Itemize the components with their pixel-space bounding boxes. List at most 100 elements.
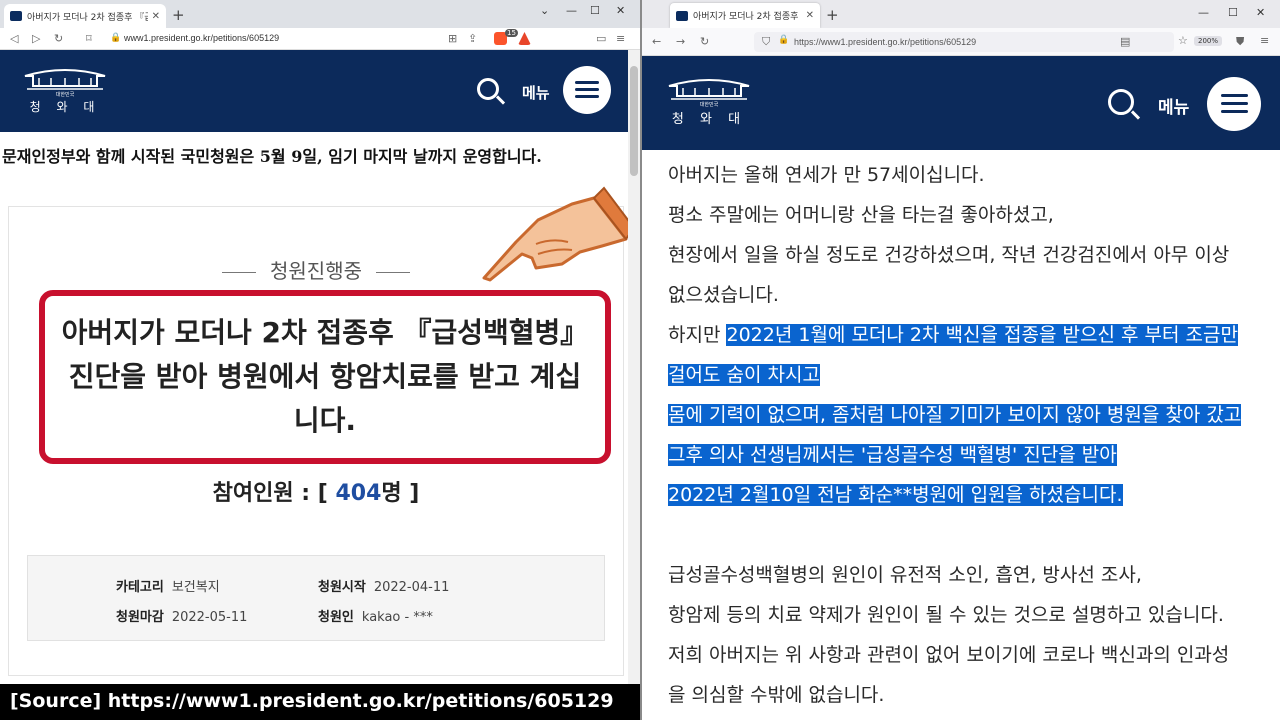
reload-icon[interactable]: ↻ [700, 35, 709, 48]
left-scrollbar[interactable] [628, 50, 640, 720]
right-address-bar: ← → ↻ ⛉ 🔒 https://www1.president.go.kr/p… [642, 28, 1280, 56]
bookmark-icon[interactable]: ⌑ [86, 32, 92, 45]
menu-button[interactable] [1207, 77, 1261, 131]
share-icon[interactable]: ⇪ [468, 32, 477, 45]
petition-title-frame: 아버지가 모더나 2차 접종후 『급성백혈병』 진단을 받아 병원에서 항암치료… [39, 290, 611, 464]
forward-icon[interactable]: ▷ [32, 32, 40, 45]
line-text: 급성골수성백혈병의 원인이 유전적 소인, 흡연, 방사선 조사, [668, 564, 1142, 586]
site-header: 대한민국 청 와 대 메뉴 [642, 56, 1280, 150]
petition-info-box: 카테고리 보건복지 청원시작 2022-04-11 청원마감 2022-05-11 청… [27, 555, 605, 641]
search-icon[interactable] [477, 78, 499, 100]
petition-title: 아버지가 모더나 2차 접종후 『급성백혈병』 진단을 받아 병원에서 항암치료… [61, 316, 589, 437]
favicon-icon [676, 10, 688, 21]
highlighted-text[interactable]: 2022년 1월에 모더나 2차 백신을 접종을 받으신 후 부터 조금만 [726, 324, 1238, 346]
right-browser-window: 아버지가 모더나 2차 접종후 『 ✕ + — ☐ ✕ ← → ↻ ⛉ 🔒 ht… [642, 0, 1280, 720]
source-caption: [Source] https://www1.president.go.kr/pe… [0, 684, 640, 720]
tab-title: 아버지가 모더나 2차 접종후 『 [693, 12, 802, 22]
participants-label: 참여인원 : [ [212, 481, 328, 506]
line-text: 저희 아버지는 위 사항과 관련이 없어 보이기에 코로나 백신과의 인과성 [668, 644, 1230, 666]
petition-body: 아버지는 올해 연세가 만 57세이십니다. 평소 주말에는 어머니랑 산을 타… [642, 150, 1280, 720]
author-value: kakao - *** [361, 610, 433, 625]
new-tab-icon[interactable]: + [172, 6, 185, 24]
blue-house-roof-icon [668, 79, 750, 100]
body-line: 항암제 등의 치료 약제가 원인이 될 수 있는 것으로 설명하고 있습니다. [668, 600, 1224, 627]
rewards-icon[interactable] [518, 32, 531, 45]
logo-subtitle: 대한민국 [55, 92, 75, 98]
body-line: 2022년 2월10일 전남 화순**병원에 입원을 하셨습니다. [668, 480, 1123, 507]
notice-banner: 문재인정부와 함께 시작된 국민청원은 5월 9일, 임기 마지막 날까지 운영… [2, 147, 542, 166]
left-browser-window: 아버지가 모더나 2차 접종후 『급성 ✕ + ⌄ — ☐ ✕ ◁ ▷ ↻ ⌑ … [0, 0, 640, 720]
logo-subtitle: 대한민국 [699, 102, 719, 108]
site-header: 대한민국 청 와 대 메뉴 [0, 50, 640, 132]
lock-icon: 🔒 [778, 35, 790, 45]
participant-count: 참여인원 : [ 404명 ] [9, 475, 623, 507]
close-tab-icon[interactable]: ✕ [152, 11, 160, 22]
cheongwadae-logo[interactable]: 대한민국 청 와 대 [22, 66, 108, 115]
chevron-down-icon[interactable]: ⌄ [540, 4, 549, 17]
menu-icon[interactable]: ≡ [616, 32, 625, 45]
sidebar-icon[interactable]: ▭ [596, 32, 606, 45]
close-window-icon[interactable]: ✕ [1256, 6, 1265, 19]
back-icon[interactable]: ◁ [10, 32, 18, 45]
body-line: 그후 의사 선생님께서는 '급성골수성 백혈병' 진단을 받아 [668, 440, 1117, 467]
url-box[interactable]: ⛉ 🔒 https://www1.president.go.kr/petitio… [754, 32, 1174, 52]
highlighted-text[interactable]: 몸에 기력이 없으며, 좀처럼 나아질 기미가 보이지 않아 병원을 찾아 갔고 [668, 404, 1242, 426]
logo-name: 청 와 대 [29, 100, 101, 114]
body-line: 현장에서 일을 하실 정도로 건강하셨으며, 작년 건강검진에서 아무 이상 [668, 240, 1229, 267]
deadline-value: 2022-05-11 [171, 610, 248, 625]
author-label: 청원인 [318, 610, 354, 625]
maximize-icon[interactable]: ☐ [590, 4, 600, 17]
category-value: 보건복지 [171, 580, 220, 595]
reload-icon[interactable]: ↻ [54, 32, 63, 45]
right-tab-bar: 아버지가 모더나 2차 접종후 『 ✕ + — ☐ ✕ [642, 0, 1280, 28]
author-row: 청원인 kakao - *** [318, 606, 433, 625]
menu-label[interactable]: 메뉴 [1158, 93, 1189, 118]
start-date-value: 2022-04-11 [373, 580, 450, 595]
right-browser-tab[interactable]: 아버지가 모더나 2차 접종후 『 ✕ [670, 3, 820, 28]
zoom-level[interactable]: 200% [1194, 36, 1223, 46]
line-text: 을 의심할 수밖에 없습니다. [668, 684, 885, 706]
body-line: 을 의심할 수밖에 없습니다. [668, 680, 884, 707]
start-date-label: 청원시작 [318, 580, 366, 595]
url-field[interactable]: https://www1.president.go.kr/petitions/6… [794, 37, 976, 47]
deadline-label: 청원마감 [116, 610, 164, 625]
pocket-icon[interactable]: ⛊ [1236, 35, 1244, 49]
back-icon[interactable]: ← [652, 35, 661, 48]
pointing-hand-icon [482, 186, 636, 282]
menu-button[interactable] [563, 66, 611, 114]
highlighted-text[interactable]: 2022년 2월10일 전남 화순**병원에 입원을 하셨습니다. [668, 484, 1123, 506]
line-text: 아버지는 올해 연세가 만 57세이십니다. [668, 164, 985, 186]
logo-name: 청 와 대 [671, 112, 747, 127]
bookmark-star-icon[interactable]: ☆ [1178, 34, 1188, 47]
forward-icon[interactable]: → [676, 35, 685, 48]
body-line: 아버지는 올해 연세가 만 57세이십니다. [668, 160, 985, 187]
left-browser-tab[interactable]: 아버지가 모더나 2차 접종후 『급성 ✕ [4, 4, 166, 28]
menu-icon[interactable]: ≡ [1260, 34, 1269, 47]
menu-label[interactable]: 메뉴 [522, 82, 550, 103]
minimize-icon[interactable]: — [1198, 6, 1209, 19]
shield-icon[interactable]: ⛉ [762, 35, 770, 49]
line-text: 평소 주말에는 어머니랑 산을 타는걸 좋아하셨고, [668, 204, 1054, 226]
search-icon[interactable] [1108, 89, 1134, 115]
minimize-icon[interactable]: — [566, 4, 577, 17]
left-address-bar: ◁ ▷ ↻ ⌑ 🔒 www1.president.go.kr/petitions… [0, 28, 640, 50]
highlighted-text[interactable]: 그후 의사 선생님께서는 '급성골수성 백혈병' 진단을 받아 [668, 444, 1117, 466]
scrollbar-thumb[interactable] [630, 66, 638, 176]
new-tab-icon[interactable]: + [826, 6, 839, 24]
highlighted-text[interactable]: 걸어도 숨이 차시고 [668, 364, 820, 386]
blue-house-roof-icon [24, 69, 106, 90]
start-date-row: 청원시작 2022-04-11 [318, 576, 449, 595]
qr-icon[interactable]: ⊞ [448, 32, 457, 45]
deadline-row: 청원마감 2022-05-11 [116, 606, 247, 625]
shield-count-badge: 15 [505, 29, 518, 37]
close-window-icon[interactable]: ✕ [616, 4, 625, 17]
url-field[interactable]: www1.president.go.kr/petitions/605129 [124, 33, 279, 43]
line-text: 항암제 등의 치료 약제가 원인이 될 수 있는 것으로 설명하고 있습니다. [668, 604, 1224, 626]
favicon-icon [10, 11, 22, 21]
maximize-icon[interactable]: ☐ [1228, 6, 1238, 19]
body-line: 없으셨습니다. [668, 280, 779, 307]
close-tab-icon[interactable]: ✕ [806, 10, 814, 21]
line-text: 하지만 [668, 324, 727, 346]
cheongwadae-logo[interactable]: 대한민국 청 와 대 [666, 76, 752, 127]
reader-view-icon[interactable]: ▤ [1120, 35, 1130, 48]
